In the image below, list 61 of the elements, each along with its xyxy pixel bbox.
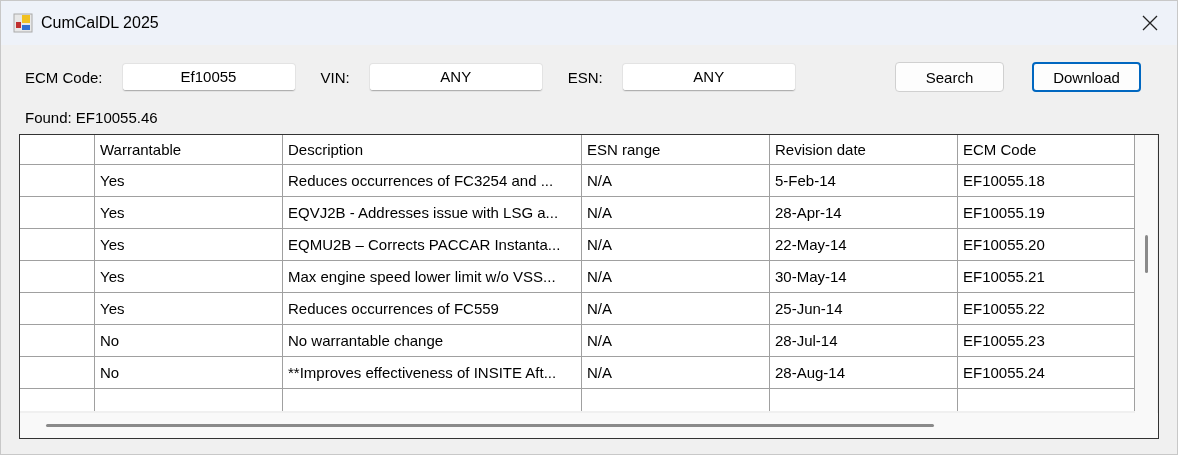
column-header[interactable]: ECM Code <box>958 135 1135 165</box>
table-cell: **Improves effectiveness of INSITE Aft... <box>283 357 582 389</box>
table-cell: No warrantable change <box>283 325 582 357</box>
table-cell: EQMU2B – Corrects PACCAR Instanta... <box>283 229 582 261</box>
table-cell: Max engine speed lower limit w/o VSS... <box>283 261 582 293</box>
table-cell: N/A <box>582 229 770 261</box>
row-header[interactable] <box>20 229 95 261</box>
table-cell: EF10055.18 <box>958 165 1135 197</box>
horizontal-scrollbar[interactable] <box>20 413 1158 438</box>
row-header[interactable] <box>20 293 95 325</box>
field-label: ESN: <box>567 68 603 86</box>
table-cell: Yes <box>95 165 283 197</box>
table-cell: EQVJ2B - Addresses issue with LSG a... <box>283 197 582 229</box>
table-cell: N/A <box>582 197 770 229</box>
search-button[interactable]: Search <box>895 62 1004 92</box>
table-cell: N/A <box>582 165 770 197</box>
close-icon <box>1142 15 1158 31</box>
column-header[interactable]: ESN range <box>582 135 770 165</box>
row-header[interactable] <box>20 325 95 357</box>
download-button[interactable]: Download <box>1032 62 1141 92</box>
table-cell: EF10055.23 <box>958 325 1135 357</box>
row-header[interactable] <box>20 357 95 389</box>
column-header[interactable]: Warrantable <box>95 135 283 165</box>
field-label: VIN: <box>320 68 350 86</box>
filter-field[interactable]: ANY <box>369 63 542 91</box>
table-cell: Yes <box>95 293 283 325</box>
app-icon <box>13 13 33 33</box>
table-cell: 30-May-14 <box>770 261 958 293</box>
row-header[interactable] <box>20 197 95 229</box>
table-cell: 28-Apr-14 <box>770 197 958 229</box>
column-header[interactable]: Description <box>283 135 582 165</box>
table-cell: 28-Jul-14 <box>770 325 958 357</box>
filter-field[interactable]: ANY <box>622 63 795 91</box>
table-cell: Yes <box>95 229 283 261</box>
field-label: ECM Code: <box>25 68 103 86</box>
table-cell: EF10055.22 <box>958 293 1135 325</box>
table-cell: Reduces occurrences of FC559 <box>283 293 582 325</box>
table-cell: 5-Feb-14 <box>770 165 958 197</box>
window-title: CumCalDL 2025 <box>41 14 160 32</box>
vertical-scrollbar[interactable] <box>1135 135 1157 413</box>
table-cell: N/A <box>582 357 770 389</box>
table-cell: EF10055.24 <box>958 357 1135 389</box>
row-header[interactable] <box>20 165 95 197</box>
table-cell: 22-May-14 <box>770 229 958 261</box>
found-text: Found: EF10055.46 <box>25 109 159 126</box>
table-cell: No <box>95 357 283 389</box>
table-cell: No <box>95 325 283 357</box>
table-cell: EF10055.21 <box>958 261 1135 293</box>
table-cell: EF10055.20 <box>958 229 1135 261</box>
row-header[interactable] <box>20 261 95 293</box>
table-cell: N/A <box>582 293 770 325</box>
table-cell: Reduces occurrences of FC3254 and ... <box>283 165 582 197</box>
table-cell: N/A <box>582 325 770 357</box>
table-cell: 28-Aug-14 <box>770 357 958 389</box>
table-cell: N/A <box>582 261 770 293</box>
table-cell: EF10055.19 <box>958 197 1135 229</box>
column-header[interactable]: Revision date <box>770 135 958 165</box>
table-cell: Yes <box>95 197 283 229</box>
table-cell: Yes <box>95 261 283 293</box>
table-cell: 25-Jun-14 <box>770 293 958 325</box>
filter-field[interactable]: Ef10055 <box>122 63 295 91</box>
